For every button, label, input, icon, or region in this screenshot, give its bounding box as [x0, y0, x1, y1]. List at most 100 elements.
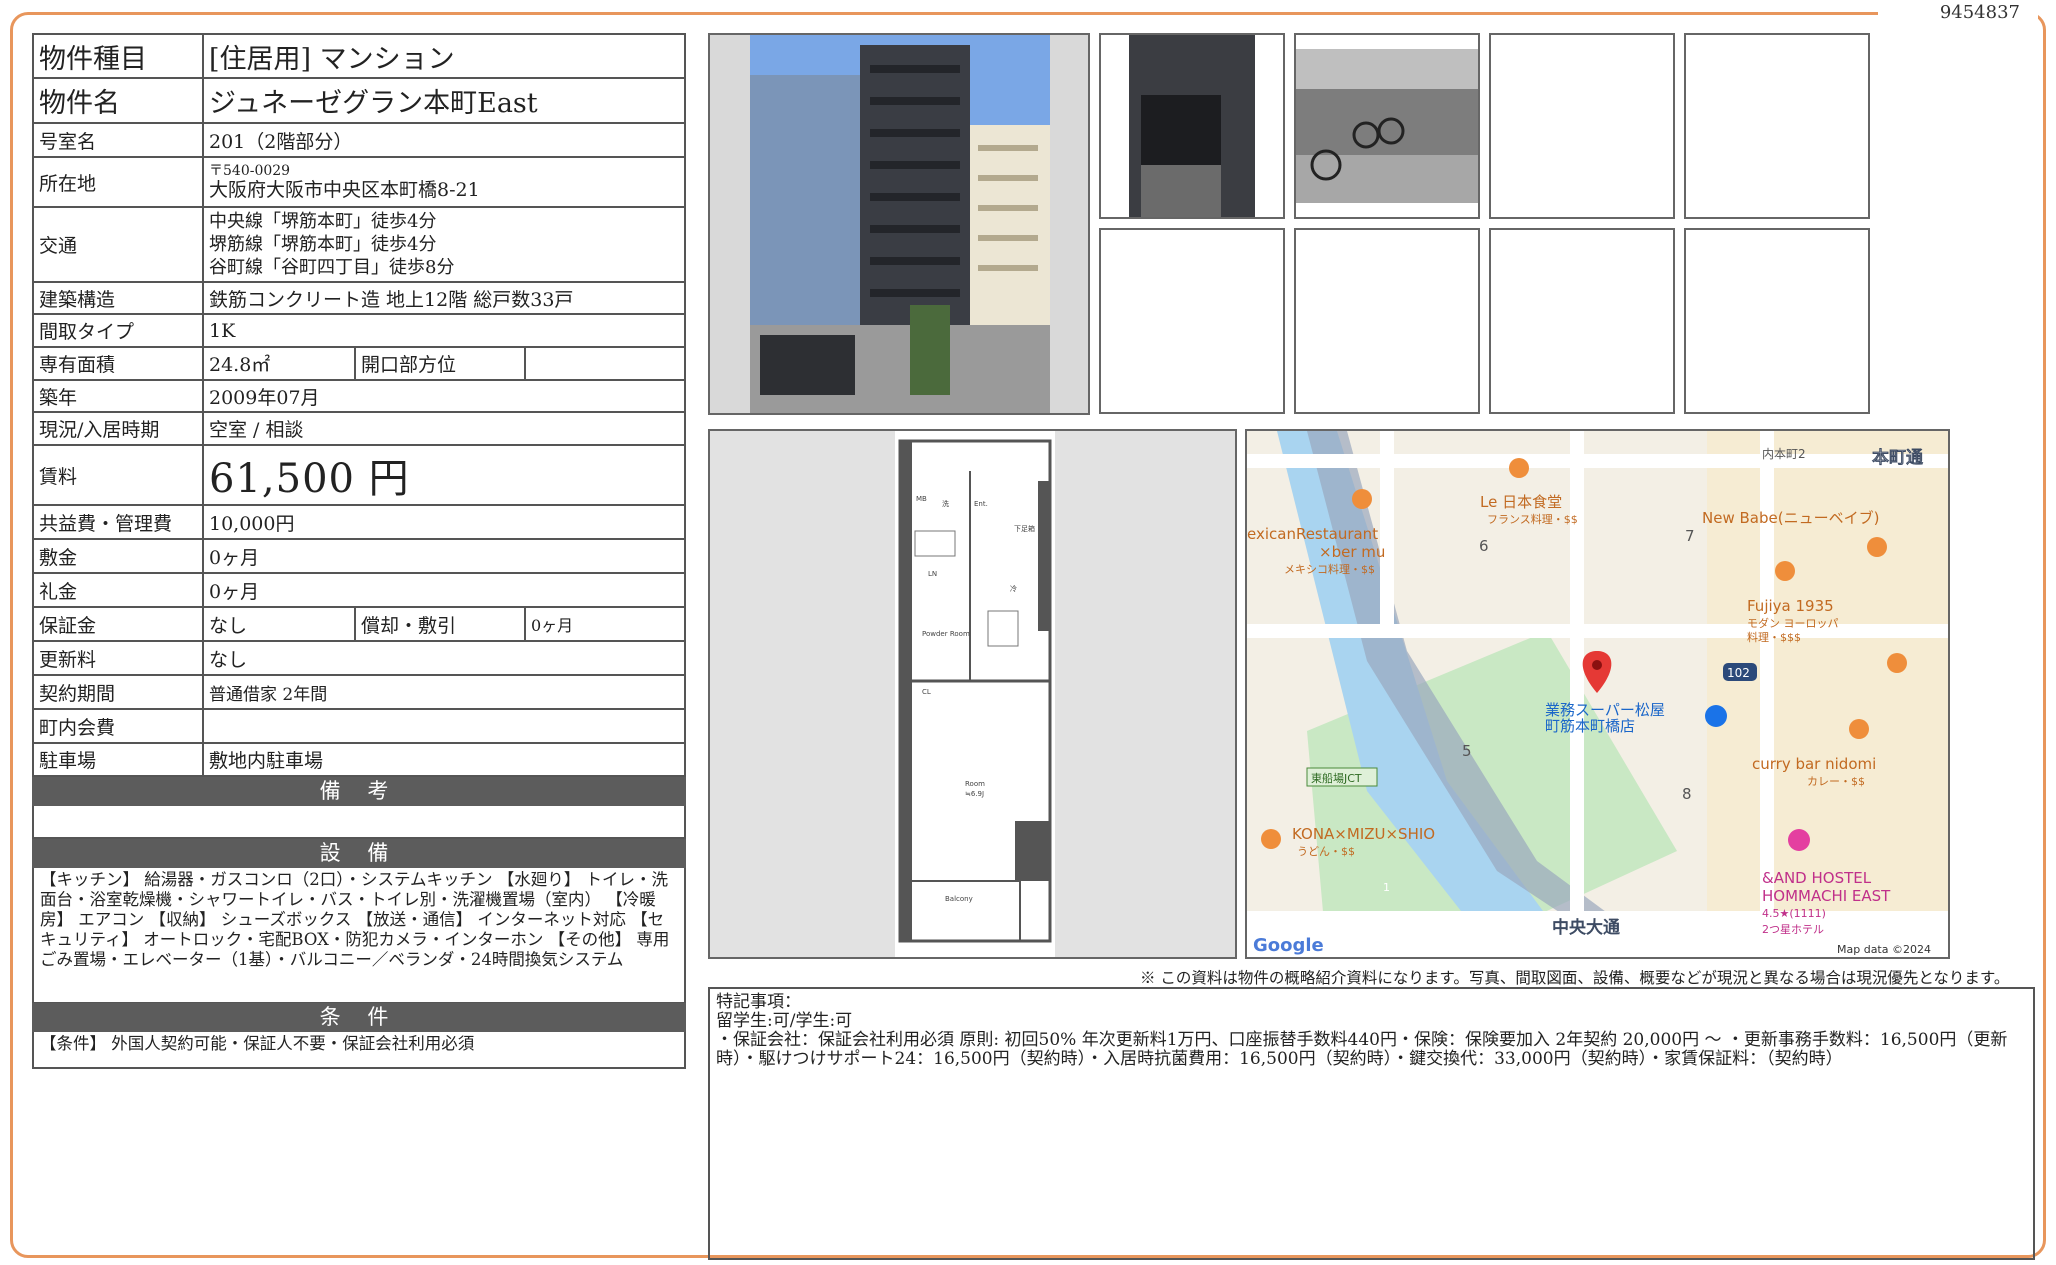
fee-label: 共益費・管理費: [32, 504, 204, 540]
map-label-hostel: &AND HOSTEL: [1762, 869, 1872, 887]
map-block-6: 6: [1479, 537, 1489, 555]
fp-label-room: Room: [965, 780, 985, 788]
map-label-bermu: ×ber mu: [1319, 543, 1385, 561]
building-photo[interactable]: [708, 33, 1090, 415]
amortization-value: 0ヶ月: [524, 606, 686, 642]
notes-title: 特記事項：: [716, 992, 801, 1012]
fp-label-powder: Powder Room: [922, 630, 970, 638]
fp-label-shoes: 下足箱: [1014, 524, 1035, 533]
map-label-new-babe: New Babe(ニューベイブ): [1702, 509, 1879, 527]
rent-label: 賃料: [32, 444, 204, 506]
fp-label-cl: CL: [922, 688, 931, 696]
map-label-rating: 4.5★(1111): [1762, 907, 1826, 920]
postal-code: 〒540-0029: [209, 163, 291, 179]
layout-label: 間取タイプ: [32, 313, 204, 348]
amortization-label: 償却・敷引: [354, 606, 526, 642]
area-value: 24.8㎡: [202, 346, 356, 381]
photo-slot-empty[interactable]: [1294, 228, 1480, 414]
direction-label: 開口部方位: [354, 346, 526, 381]
address-label: 所在地: [32, 156, 204, 208]
guarantee-value: なし: [202, 606, 356, 642]
built-label: 築年: [32, 379, 204, 413]
fp-label-ln: LN: [928, 570, 937, 578]
access-cell: 中央線「堺筋本町」徒歩4分 堺筋線「堺筋本町」徒歩4分 谷町線「谷町四丁目」徒歩…: [202, 206, 686, 283]
map-label-modern-euro: モダン ヨーロッパ: [1747, 616, 1839, 630]
map-label-mexican: exicanRestaurant: [1247, 525, 1378, 543]
contract-label: 契約期間: [32, 674, 204, 710]
notes-line: 留学生:可/学生:可: [716, 1011, 853, 1031]
structure-label: 建築構造: [32, 281, 204, 315]
fp-label-balcony: Balcony: [945, 895, 973, 903]
address-value: 大阪府大阪市中央区本町橋8-21: [209, 179, 480, 201]
fp-label-ent: Ent.: [974, 500, 988, 508]
map-label-french: フランス料理・$$: [1487, 512, 1578, 526]
renewal-value: なし: [202, 640, 686, 676]
property-table: 物件種目 [住居用] マンション 物件名 ジュネーゼグラン本町East 号室名 …: [32, 33, 686, 777]
map-label-route-102: 102: [1727, 666, 1750, 680]
deposit-value: 0ヶ月: [202, 538, 686, 574]
map-block-7: 7: [1685, 527, 1695, 545]
floorplan[interactable]: MB 洗 Ent. LN 下足箱 冷 Powder Room CL Room ≒…: [708, 429, 1237, 959]
contract-value: 普通借家 2年間: [202, 674, 686, 710]
key-money-value: 0ヶ月: [202, 572, 686, 608]
photo-slot-empty[interactable]: [1684, 33, 1870, 219]
photo-slot-empty[interactable]: [1489, 33, 1675, 219]
deposit-label: 敷金: [32, 538, 204, 574]
map-label-honmachi-dori: 本町通: [1872, 447, 1923, 468]
status-value: 空室 / 相談: [202, 411, 686, 446]
access-line: 谷町線「谷町四丁目」徒歩8分: [209, 257, 455, 278]
map-label-mapdata: Map data ©2024: [1837, 943, 1931, 956]
map-label-jct: 東船場JCT: [1311, 771, 1362, 785]
map-route-1: 1: [1383, 881, 1390, 894]
fp-label-wash: 洗: [942, 499, 949, 508]
fp-label-fridge: 冷: [1010, 584, 1017, 593]
photo-slot-empty[interactable]: [1684, 228, 1870, 414]
location-map[interactable]: 内本町2 本町通 Le 日本食堂 フランス料理・$$ exicanRestaur…: [1245, 429, 1950, 959]
layout-value: 1K: [202, 313, 686, 348]
access-label: 交通: [32, 206, 204, 283]
access-line: 堺筋線「堺筋本町」徒歩4分: [209, 234, 437, 255]
map-label-le-nihon: Le 日本食堂: [1480, 493, 1562, 511]
room-value: 201（2階部分）: [202, 122, 686, 158]
remarks-heading: 備 考: [32, 777, 686, 806]
access-line: 中央線「堺筋本町」徒歩4分: [209, 211, 437, 232]
key-money-label: 礼金: [32, 572, 204, 608]
bicycle-parking-photo[interactable]: [1294, 33, 1480, 219]
renewal-label: 更新料: [32, 640, 204, 676]
map-label-mexican-type: メキシコ料理・$$: [1284, 562, 1375, 576]
photo-slot-empty[interactable]: [1489, 228, 1675, 414]
map-label-cuisine: 料理・$$$: [1747, 630, 1801, 644]
reference-id: 9454837: [1931, 2, 2028, 23]
built-value: 2009年07月: [202, 379, 686, 413]
parking-value: 敷地内駐車場: [202, 742, 686, 777]
disclaimer: ※ この資料は物件の概略紹介資料になります。写真、間取図面、設備、概要などが現況…: [1140, 969, 2010, 987]
rent-value: 61,500 円: [202, 444, 686, 506]
area-label: 専有面積: [32, 346, 204, 381]
photo-slot-empty[interactable]: [1099, 228, 1285, 414]
name-label: 物件名: [32, 77, 204, 124]
map-label-gyomu-branch: 町筋本町橋店: [1545, 717, 1635, 735]
map-block-5: 5: [1462, 742, 1472, 760]
neighborhood-value: [202, 708, 686, 744]
map-label-udon: うどん・$$: [1297, 845, 1355, 858]
fp-label-mb: MB: [916, 495, 927, 503]
equipment-heading: 設 備: [32, 839, 686, 868]
map-label-fujiya: Fujiya 1935: [1747, 597, 1834, 615]
type-label: 物件種目: [32, 33, 204, 79]
map-label-hotel-class: 2つ星ホテル: [1762, 923, 1824, 936]
parking-label: 駐車場: [32, 742, 204, 777]
conditions-heading: 条 件: [32, 1003, 686, 1032]
equipment-text: 【キッチン】 給湯器・ガスコンロ（2口）・システムキッチン 【水廻り】 トイレ・…: [32, 868, 686, 1004]
direction-value: [524, 346, 686, 381]
fp-label-size: ≒6.9J: [965, 790, 984, 798]
map-label-chuo-odori: 中央大通: [1552, 917, 1620, 938]
structure-value: 鉄筋コンクリート造 地上12階 総戸数33戸: [202, 281, 686, 315]
map-label-curry-bar: curry bar nidomi: [1752, 755, 1876, 773]
status-label: 現況/入居時期: [32, 411, 204, 446]
map-route-13: 13: [1287, 931, 1301, 944]
room-label: 号室名: [32, 122, 204, 158]
type-value: [住居用] マンション: [202, 33, 686, 79]
entrance-photo[interactable]: [1099, 33, 1285, 219]
map-block-8: 8: [1682, 785, 1692, 803]
map-label-curry: カレー・$$: [1807, 775, 1865, 788]
